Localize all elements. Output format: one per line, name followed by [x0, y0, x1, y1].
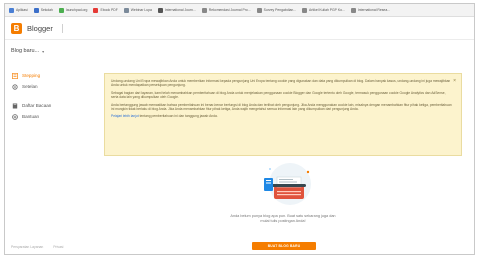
- bookmark-item[interactable]: Ebook PDF: [93, 7, 118, 13]
- site-icon: [123, 7, 129, 13]
- sidebar-item-help[interactable]: Bantuan: [5, 111, 95, 122]
- app-title: Blogger: [27, 24, 53, 33]
- bookmark-item[interactable]: Aplikasi: [9, 7, 28, 13]
- bookmark-item[interactable]: launchpad.org: [58, 7, 88, 13]
- bookmark-label: Webinar Lupa: [130, 8, 152, 12]
- blogger-logo-icon[interactable]: B: [11, 23, 22, 34]
- doc-icon: [201, 7, 207, 13]
- doc-icon: [302, 7, 308, 13]
- sidebar: Stepping Setelan Daftar Bacaan Bantuan: [5, 70, 95, 122]
- settings-icon: [12, 83, 18, 90]
- bookmark-label: Survey Pengabdian...: [263, 8, 297, 12]
- close-icon[interactable]: ×: [453, 78, 456, 84]
- apps-icon: [9, 7, 14, 13]
- bookmark-label: Artikel Kuliah PGP Ko...: [309, 8, 345, 12]
- privacy-link[interactable]: Privasi: [53, 245, 63, 249]
- doc-icon: [256, 7, 262, 13]
- reading-list-icon: [12, 103, 18, 109]
- header-divider: [61, 24, 63, 33]
- sidebar-item-label: Daftar Bacaan: [22, 103, 52, 108]
- site-icon: [93, 7, 99, 13]
- sidebar-item-label: Bantuan: [22, 114, 40, 119]
- posts-icon: [12, 72, 18, 79]
- bookmark-icon: [33, 7, 39, 13]
- bookmark-label: launchpad.org: [65, 8, 88, 12]
- chevron-down-icon: ▾: [42, 48, 45, 54]
- bookmark-label: International Resea...: [357, 8, 391, 12]
- sidebar-footer: Persyaratan Layanan Privasi: [11, 245, 63, 249]
- terms-link[interactable]: Persyaratan Layanan: [11, 245, 43, 249]
- empty-state-message: Anda belum punya blog apa pun. Buat satu…: [230, 214, 336, 223]
- browser-viewport: Aplikasi Sekolah launchpad.org Ebook PDF Web…: [4, 3, 475, 255]
- notice-link-suffix: tentang pemberitahuan ini dan tanggung j…: [138, 114, 218, 119]
- notice-learn-more: Pelajari lebih lanjut tentang pemberitah…: [111, 114, 453, 118]
- site-icon: [58, 7, 64, 13]
- notice-paragraph: Undang-undang Uni Eropa mewajibkan Anda …: [111, 79, 451, 88]
- app-header: B Blogger: [5, 18, 474, 40]
- bookmark-label: Sekolah: [40, 8, 53, 12]
- sidebar-item-reading-list[interactable]: Daftar Bacaan: [5, 100, 95, 111]
- sidebar-item-settings[interactable]: Setelan: [5, 81, 95, 92]
- site-icon: [157, 7, 163, 13]
- blog-selector-label: Blog baru...: [11, 48, 40, 54]
- help-icon: [12, 113, 18, 120]
- bookmark-label: Rekomendasi Journal Pro...: [208, 8, 251, 12]
- typewriter-illustration-icon: [264, 163, 311, 205]
- bookmark-label: Aplikasi: [16, 8, 28, 12]
- doc-icon: [350, 7, 356, 13]
- bookmark-item[interactable]: International Resea...: [350, 7, 391, 13]
- bookmark-item[interactable]: Survey Pengabdian...: [256, 7, 297, 13]
- bookmark-item[interactable]: Sekolah: [33, 7, 53, 13]
- bookmark-label: International Journ...: [164, 8, 196, 12]
- sidebar-item-posts[interactable]: Stepping: [5, 70, 95, 81]
- notice-paragraph: Sebagai bagian dari layanan, kami telah …: [111, 90, 446, 100]
- bookmark-label: Ebook PDF: [100, 8, 118, 12]
- sidebar-item-label: Setelan: [22, 84, 38, 89]
- notice-paragraph: Anda bertanggung jawab memastikan bahwa …: [111, 102, 452, 112]
- eu-cookie-notice: × Undang-undang Uni Eropa mewajibkan And…: [104, 73, 462, 156]
- bookmarks-bar: Aplikasi Sekolah launchpad.org Ebook PDF Web…: [5, 4, 474, 17]
- empty-state: Anda belum punya blog apa pun. Buat satu…: [104, 156, 462, 254]
- bookmark-item[interactable]: Webinar Lupa: [123, 7, 152, 13]
- sidebar-item-label: Stepping: [22, 73, 41, 78]
- blog-selector[interactable]: Blog baru... ▾: [11, 48, 44, 54]
- bookmark-item[interactable]: Rekomendasi Journal Pro...: [201, 7, 251, 13]
- bookmark-item[interactable]: International Journ...: [157, 7, 196, 13]
- create-blog-button[interactable]: BUAT BLOG BARU: [252, 242, 316, 250]
- learn-more-link[interactable]: Pelajari lebih lanjut: [111, 114, 139, 118]
- bookmark-item[interactable]: Artikel Kuliah PGP Ko...: [302, 7, 345, 13]
